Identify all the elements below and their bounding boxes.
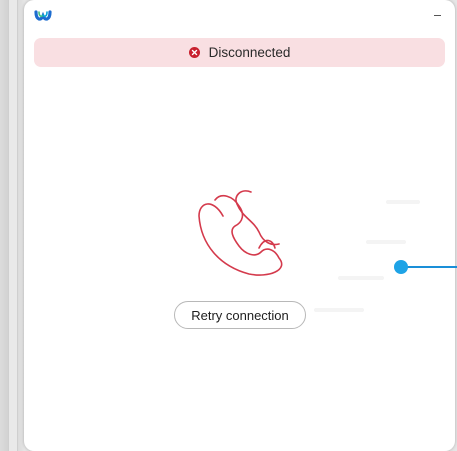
app-window: Disconnected Retry connection bbox=[24, 0, 455, 451]
faint-background-text bbox=[386, 200, 420, 204]
webex-logo-icon bbox=[34, 10, 52, 21]
retry-connection-label: Retry connection bbox=[191, 307, 289, 323]
minimize-icon bbox=[433, 14, 441, 16]
error-x-circle-icon bbox=[188, 47, 200, 58]
faint-background-text bbox=[366, 240, 406, 244]
annotation-marker-dot bbox=[394, 260, 408, 274]
annotation-pointer-line bbox=[402, 266, 457, 268]
background-window-border bbox=[8, 0, 18, 451]
status-text: Disconnected bbox=[208, 45, 291, 60]
faint-background-text bbox=[338, 276, 384, 280]
connection-status-banner: Disconnected bbox=[34, 38, 445, 67]
retry-connection-button[interactable]: Retry connection bbox=[174, 301, 306, 329]
minimize-button[interactable] bbox=[429, 6, 445, 20]
phone-handset-icon bbox=[198, 190, 283, 276]
faint-background-text bbox=[314, 308, 364, 312]
background-window-edge bbox=[0, 0, 24, 451]
